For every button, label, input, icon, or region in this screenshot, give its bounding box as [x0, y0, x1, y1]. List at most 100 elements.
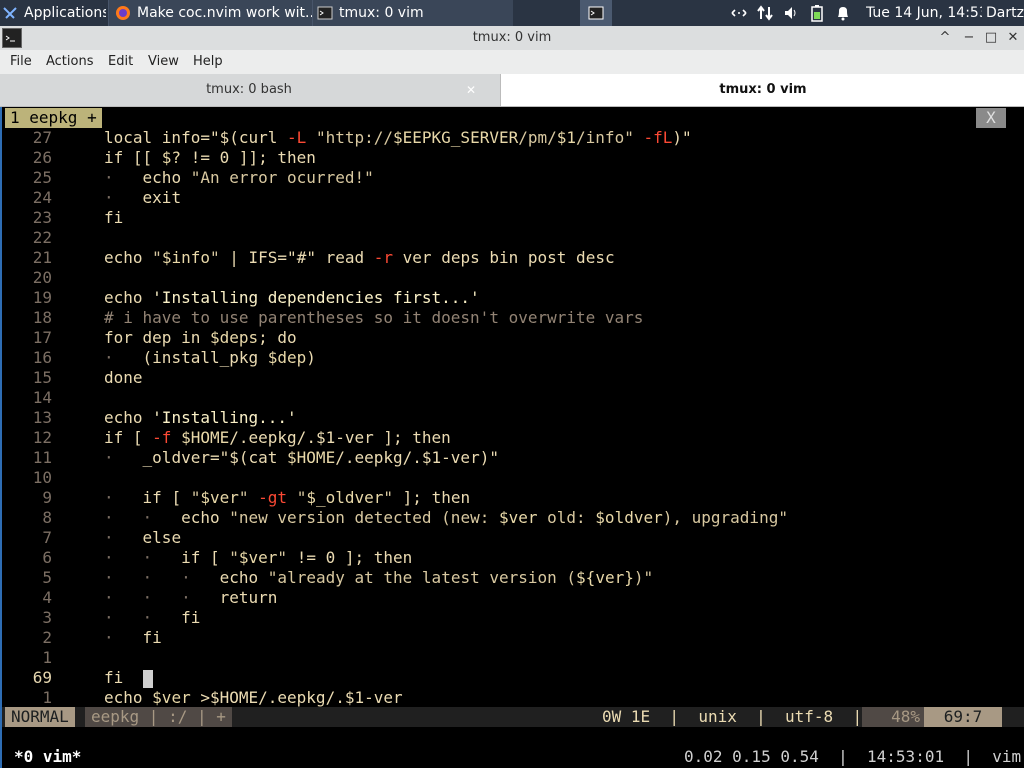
- line-number: 27: [32, 128, 52, 147]
- menu-edit[interactable]: Edit: [108, 54, 133, 69]
- code-text: · · fi: [104, 608, 201, 627]
- code-text: · · · echo "already at the latest versio…: [104, 568, 654, 587]
- line-number: 26: [32, 148, 52, 167]
- line-number: 7: [42, 528, 52, 547]
- task-label: tmux: 0 vim: [339, 5, 424, 21]
- line-number: 69: [32, 668, 52, 687]
- code-text: if [ -f $HOME/.eepkg/.$1-ver ]; then: [104, 428, 451, 447]
- user-label[interactable]: Dartz: [986, 0, 1024, 26]
- tab-close-icon[interactable]: ✕: [466, 74, 476, 106]
- top-panel: Applications ☰ Make coc.nvim work wit...…: [0, 0, 1024, 26]
- code-text: if [[ $? != 0 ]]; then: [104, 148, 316, 167]
- text-cursor: [142, 669, 153, 688]
- minimize-button[interactable]: −: [960, 29, 978, 47]
- code-text: · · · return: [104, 588, 278, 607]
- tmux-status-right: 0.02 0.15 0.54 | 14:53:01 | vim: [684, 747, 1022, 766]
- line-number: 20: [32, 268, 52, 287]
- menu-file[interactable]: File: [10, 54, 32, 69]
- line-number: 21: [32, 248, 52, 267]
- terminal-area[interactable]: 1 eepkg + X 27 local info="$(curl -L "htt…: [0, 107, 1024, 768]
- line-number: 12: [32, 428, 52, 447]
- vim-mode: NORMAL: [5, 707, 75, 727]
- line-number: 17: [32, 328, 52, 347]
- code-text: · · if [ "$ver" != 0 ]; then: [104, 548, 413, 567]
- terminal-tabs: tmux: 0 bash ✕ tmux: 0 vim: [0, 74, 1024, 107]
- code-text: · _oldver="$(cat $HOME/.eepkg/.$1-ver)": [104, 448, 499, 467]
- menubar: File Actions Edit View Help: [0, 50, 1024, 74]
- code-text: · if [ "$ver" -gt "$_oldver" ]; then: [104, 488, 471, 507]
- line-number: 9: [42, 488, 52, 507]
- code-text: done: [104, 368, 143, 387]
- vim-filename: eepkg | :/ | +: [85, 707, 232, 727]
- transfer-icon[interactable]: [756, 4, 774, 22]
- terminal-icon: [588, 5, 604, 21]
- menu-view[interactable]: View: [148, 54, 179, 69]
- line-number: 23: [32, 208, 52, 227]
- roll-up-button[interactable]: ^: [936, 29, 954, 47]
- menu-actions[interactable]: Actions: [46, 54, 94, 69]
- code-text: · fi: [104, 628, 162, 647]
- clock[interactable]: Tue 14 Jun, 14:53: [866, 0, 982, 26]
- line-number: 18: [32, 308, 52, 327]
- vim-tabline: 1 eepkg + X: [2, 108, 1024, 128]
- tmux-window[interactable]: *0 vim*: [14, 747, 81, 767]
- task-firefox[interactable]: Make coc.nvim work wit...: [108, 0, 317, 26]
- notification-bell-icon[interactable]: [834, 4, 852, 22]
- close-button[interactable]: ✕: [1004, 29, 1022, 47]
- code-text: · (install_pkg $dep): [104, 348, 316, 367]
- applications-menu[interactable]: Applications ☰: [2, 0, 106, 26]
- vim-tab[interactable]: 1 eepkg +: [5, 108, 102, 128]
- tab-label: tmux: 0 vim: [719, 82, 807, 97]
- menu-help[interactable]: Help: [193, 54, 223, 69]
- line-number: 3: [42, 608, 52, 627]
- workspace-switcher[interactable]: [580, 0, 612, 26]
- vim-tab-close[interactable]: X: [976, 108, 1006, 128]
- line-number: 15: [32, 368, 52, 387]
- code-text: · echo "An error ocurred!": [104, 168, 374, 187]
- vim-fileinfo: 0W 1E | unix | utf-8 | sh: [602, 707, 901, 726]
- vim-cursor-position: 69:7: [924, 707, 1002, 727]
- task-terminal[interactable]: tmux: 0 vim: [312, 0, 513, 26]
- applications-label: Applications: [24, 5, 106, 21]
- vim-percent: 48%: [862, 707, 926, 727]
- code-text: · else: [104, 528, 182, 547]
- task-label: Make coc.nvim work wit...: [137, 5, 317, 21]
- battery-icon[interactable]: [808, 4, 826, 22]
- code-text: echo 'Installing...': [104, 408, 297, 427]
- line-number: 11: [32, 448, 52, 467]
- line-number: 1: [42, 648, 52, 667]
- maximize-button[interactable]: □: [982, 29, 1000, 47]
- xfce-logo-icon: [2, 5, 18, 21]
- code-text: echo "$info" | IFS="#" read -r ver deps …: [104, 248, 615, 267]
- tab-bash[interactable]: tmux: 0 bash ✕: [0, 74, 498, 106]
- line-number: 25: [32, 168, 52, 187]
- window-title: tmux: 0 vim: [472, 30, 552, 45]
- tab-vim[interactable]: tmux: 0 vim: [500, 74, 1024, 106]
- firefox-icon: [115, 5, 131, 21]
- line-number: 4: [42, 588, 52, 607]
- code-text: # i have to use parentheses so it doesn'…: [104, 308, 644, 327]
- network-icon[interactable]: [730, 4, 748, 22]
- line-number: 19: [32, 288, 52, 307]
- line-number: 13: [32, 408, 52, 427]
- window-titlebar[interactable]: tmux: 0 vim ^ − □ ✕: [0, 26, 1024, 51]
- code-text: echo $ver >$HOME/.eepkg/.$1-ver: [104, 688, 403, 707]
- line-number: 1: [42, 688, 52, 707]
- line-number: 22: [32, 228, 52, 247]
- code-text: fi: [104, 668, 153, 688]
- code-text: fi: [104, 208, 124, 227]
- terminal-icon: [317, 5, 333, 21]
- line-number: 24: [32, 188, 52, 207]
- line-number: 5: [42, 568, 52, 587]
- code-text: local info="$(curl -L "http://$EEPKG_SER…: [104, 128, 692, 147]
- line-number: 14: [32, 388, 52, 407]
- code-text: · exit: [104, 188, 182, 207]
- line-number: 6: [42, 548, 52, 567]
- vim-statusline: NORMAL eepkg | :/ | + 0W 1E | unix | utf…: [2, 707, 1024, 727]
- line-number: 10: [32, 468, 52, 487]
- line-number: 2: [42, 628, 52, 647]
- code-text: echo 'Installing dependencies first...': [104, 288, 480, 307]
- line-number: 8: [42, 508, 52, 527]
- volume-icon[interactable]: [782, 4, 800, 22]
- code-text: for dep in $deps; do: [104, 328, 297, 347]
